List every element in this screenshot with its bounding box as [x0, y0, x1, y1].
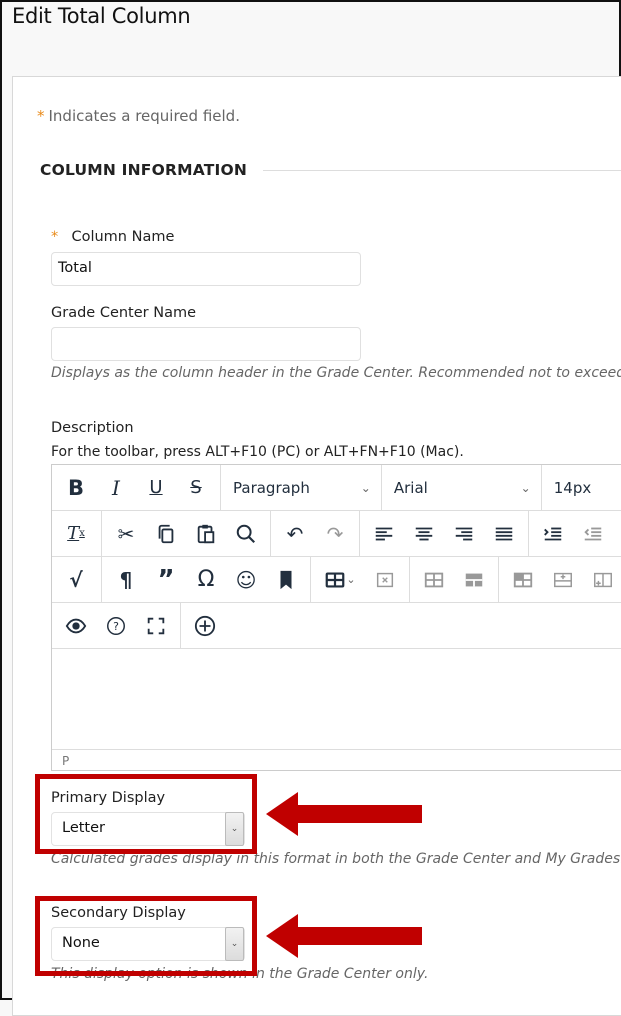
arrow-left-icon [266, 792, 422, 836]
chevron-down-icon: ⌄ [520, 480, 531, 495]
column-name-input[interactable]: Total [51, 252, 361, 286]
align-right-icon[interactable] [444, 514, 484, 554]
align-center-icon[interactable] [404, 514, 444, 554]
rich-text-editor: B I U S Paragraph ⌄ Arial ⌄ 14px Tx ✂ ↶ … [51, 464, 621, 771]
fullscreen-icon[interactable] [136, 606, 176, 646]
toolbar-row-1: B I U S Paragraph ⌄ Arial ⌄ 14px [52, 465, 621, 511]
page-title: Edit Total Column [12, 4, 191, 28]
add-content-icon[interactable] [185, 606, 225, 646]
form-panel: * Indicates a required field. COLUMN INFO… [12, 76, 621, 1016]
table-cell-icon[interactable] [503, 560, 543, 600]
italic-icon[interactable]: I [96, 468, 136, 508]
editor-content-area[interactable] [52, 650, 621, 750]
help-icon[interactable]: ? [96, 606, 136, 646]
table-cell-group [499, 557, 621, 602]
add-content-group [181, 603, 229, 648]
paste-icon[interactable] [186, 514, 226, 554]
chevron-down-icon: ⌄ [360, 480, 371, 495]
insert-column-icon[interactable] [583, 560, 621, 600]
table-icon[interactable]: ⌄ [315, 560, 365, 600]
svg-text:?: ? [113, 620, 119, 633]
required-star: * [51, 229, 59, 245]
preview-icon[interactable] [56, 606, 96, 646]
delete-table-icon[interactable] [365, 560, 405, 600]
indent-group [529, 511, 617, 556]
undo-icon[interactable]: ↶ [275, 514, 315, 554]
math-group: √ [52, 557, 102, 602]
align-group [360, 511, 529, 556]
column-name-label: * Column Name [51, 229, 175, 245]
toolbar-row-3: √ ¶ ” Ω ☺ ⌄ [52, 557, 621, 603]
clipboard-group: ✂ [102, 511, 271, 556]
section-title: COLUMN INFORMATION [40, 161, 247, 179]
view-group: ? [52, 603, 181, 648]
copy-icon[interactable] [146, 514, 186, 554]
math-icon[interactable]: √ [56, 560, 96, 600]
insert-row-icon[interactable] [543, 560, 583, 600]
table-header-icon[interactable] [454, 560, 494, 600]
toolbar-row-4: ? [52, 603, 621, 649]
table-row-icon[interactable] [414, 560, 454, 600]
table-props-group [410, 557, 499, 602]
paragraph-mark-icon[interactable]: ¶ [106, 560, 146, 600]
grade-center-name-label: Grade Center Name [51, 305, 197, 321]
editor-status-path: P [62, 754, 70, 768]
font-size-select[interactable]: 14px [542, 465, 621, 510]
find-icon[interactable] [226, 514, 266, 554]
toolbar-help-text: For the toolbar, press ALT+F10 (PC) or A… [51, 444, 464, 460]
grade-center-name-hint: Displays as the column header in the Gra… [51, 365, 621, 381]
required-star: * [37, 107, 45, 125]
format-group: B I U S [52, 465, 221, 510]
strikethrough-icon[interactable]: S [176, 468, 216, 508]
primary-display-highlight [35, 774, 257, 854]
emoji-icon[interactable]: ☺ [226, 560, 266, 600]
insert-group: ¶ ” Ω ☺ [102, 557, 311, 602]
clear-formatting-icon[interactable]: Tx [56, 514, 96, 554]
secondary-display-highlight [35, 896, 257, 976]
block-format-select[interactable]: Paragraph ⌄ [221, 465, 382, 510]
special-char-icon[interactable]: Ω [186, 560, 226, 600]
section-header: COLUMN INFORMATION [40, 161, 621, 179]
bold-icon[interactable]: B [56, 468, 96, 508]
indent-icon[interactable] [533, 514, 573, 554]
clear-group: Tx [52, 511, 102, 556]
table-group: ⌄ [311, 557, 410, 602]
description-label: Description [51, 420, 134, 436]
align-left-icon[interactable] [364, 514, 404, 554]
toolbar-row-2: Tx ✂ ↶ ↷ [52, 511, 621, 557]
history-group: ↶ ↷ [271, 511, 360, 556]
font-family-select[interactable]: Arial ⌄ [382, 465, 542, 510]
justify-icon[interactable] [484, 514, 524, 554]
cut-icon[interactable]: ✂ [106, 514, 146, 554]
arrow-left-icon [266, 914, 422, 958]
redo-icon[interactable]: ↷ [315, 514, 355, 554]
required-note: * Indicates a required field. [37, 107, 240, 125]
outdent-icon[interactable] [573, 514, 613, 554]
bookmark-icon[interactable] [266, 560, 306, 600]
underline-icon[interactable]: U [136, 468, 176, 508]
section-divider [263, 169, 621, 171]
grade-center-name-input[interactable] [51, 327, 361, 361]
blockquote-icon[interactable]: ” [146, 560, 186, 600]
